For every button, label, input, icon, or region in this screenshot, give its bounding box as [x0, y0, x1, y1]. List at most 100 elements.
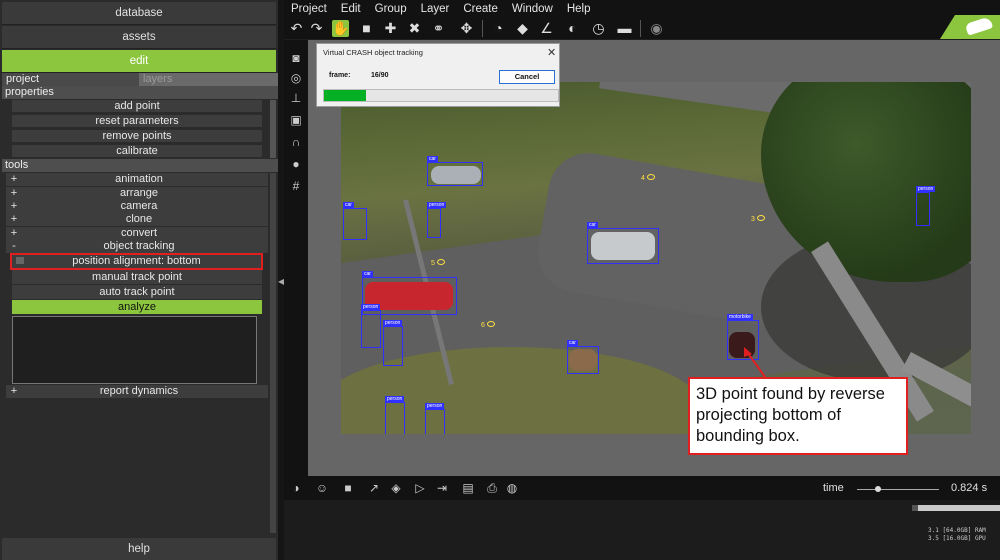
help-button[interactable]: help [2, 538, 276, 560]
toolbar-separator [640, 20, 641, 37]
tools-header[interactable]: tools [2, 159, 278, 172]
render-icon[interactable]: ▣ [288, 112, 304, 128]
detection-box[interactable]: person [427, 202, 447, 238]
calibrate-button[interactable]: calibrate [12, 145, 262, 158]
target-icon[interactable]: ◎ [288, 70, 304, 86]
menu-edit[interactable]: Edit [334, 0, 368, 18]
box-icon[interactable]: ■ [340, 480, 356, 496]
tab-project[interactable]: project [2, 73, 139, 86]
menu-project[interactable]: Project [284, 0, 334, 18]
time-slider-handle[interactable] [875, 486, 881, 492]
detection-box[interactable]: person [916, 186, 936, 226]
left-panel: database assets edit project layers prop… [0, 0, 278, 560]
graph-icon[interactable]: ↗ [366, 480, 382, 496]
menu-create[interactable]: Create [456, 0, 505, 18]
timeline-scroll-handle[interactable] [912, 505, 918, 511]
tool-report-dynamics[interactable]: + report dynamics [6, 385, 268, 398]
position-alignment-dropdown[interactable]: position alignment: bottom [10, 253, 263, 270]
edit-button[interactable]: edit [2, 50, 276, 73]
toolbar: ↶ ↷ ✋ ■ ✚ ✖ ⚭ ✥ ◔ ◆ ∠ ◐ ◷ ▬ ◉ [284, 18, 1000, 39]
add-point-button[interactable]: add point [12, 100, 262, 113]
detection-box[interactable]: person [385, 396, 405, 434]
menu-layer[interactable]: Layer [414, 0, 457, 18]
detection-box[interactable]: car [587, 222, 659, 264]
spheres-icon[interactable]: ● [288, 156, 304, 172]
grid-icon[interactable]: # [288, 178, 304, 194]
toolbar-separator [482, 20, 483, 37]
menu-help[interactable]: Help [560, 0, 598, 18]
properties-scrollbar[interactable] [270, 100, 276, 158]
detection-label: person [361, 304, 381, 310]
calibration-marker[interactable]: 4 [641, 174, 655, 182]
measure-icon[interactable]: ◆ [514, 20, 531, 37]
detection-label: person [383, 320, 403, 326]
detection-box[interactable]: motorbike [727, 314, 759, 360]
analyze-button[interactable]: analyze [12, 300, 262, 314]
dial-icon[interactable]: ◷ [590, 20, 607, 37]
calibration-marker[interactable]: 5 [431, 259, 445, 267]
undo-icon[interactable]: ↶ [288, 20, 305, 37]
angle-icon[interactable]: ∠ [538, 20, 555, 37]
help-circle-icon[interactable]: ◉ [648, 20, 665, 37]
tracking-output-box[interactable] [12, 316, 257, 384]
select-box-icon[interactable]: ■ [358, 20, 375, 37]
tool-label: report dynamics [99, 385, 179, 397]
axes-icon[interactable]: ⊥ [288, 90, 304, 106]
tool-object-tracking[interactable]: - object tracking [6, 240, 268, 253]
tool-camera[interactable]: + camera [6, 200, 268, 213]
protractor-icon[interactable]: ◐ [564, 20, 581, 37]
export-icon[interactable]: ⇥ [434, 480, 450, 496]
cancel-button[interactable]: Cancel [499, 70, 555, 84]
remove-points-button[interactable]: remove points [12, 130, 262, 143]
tools-scrollbar[interactable] [270, 173, 276, 533]
detection-box[interactable]: person [383, 320, 403, 366]
calibration-marker[interactable]: 3 [751, 215, 765, 223]
save-icon[interactable]: ▤ [460, 480, 476, 496]
person-icon[interactable]: ☺ [314, 480, 330, 496]
detection-box[interactable]: person [361, 304, 381, 348]
reset-parameters-button[interactable]: reset parameters [12, 115, 262, 128]
detection-box[interactable]: person [425, 403, 445, 434]
view-toolbar: ◙ ◎ ⊥ ▣ ∩ ● # [284, 40, 308, 476]
redo-icon[interactable]: ↷ [308, 20, 325, 37]
detection-box[interactable]: car [343, 202, 367, 240]
camera-view-icon[interactable]: ◈ [388, 480, 404, 496]
assets-button[interactable]: assets [2, 26, 276, 49]
timeline-scrollbar[interactable] [912, 505, 1000, 511]
gauge-icon[interactable]: ◔ [490, 20, 507, 37]
tool-arrange[interactable]: + arrange [6, 187, 268, 200]
close-icon[interactable]: ✕ [547, 46, 556, 59]
menu-window[interactable]: Window [505, 0, 560, 18]
magnet-icon[interactable]: ∩ [288, 134, 304, 150]
auto-track-point-button[interactable]: auto track point [12, 285, 262, 299]
camera-icon[interactable]: ◙ [288, 50, 304, 66]
properties-header[interactable]: properties [2, 86, 278, 99]
ruler-icon[interactable]: ▬ [616, 20, 633, 37]
time-slider[interactable] [857, 489, 939, 490]
tool-animation[interactable]: + animation [6, 173, 268, 186]
manual-track-point-button[interactable]: manual track point [12, 270, 262, 284]
detection-box[interactable]: car [567, 340, 599, 374]
tab-layers[interactable]: layers [139, 73, 278, 86]
tool-convert[interactable]: + convert [6, 227, 268, 240]
calibration-marker[interactable]: 6 [481, 321, 495, 329]
menu-group[interactable]: Group [368, 0, 414, 18]
expand-icon: + [10, 200, 18, 212]
tool-label: animation [115, 173, 163, 185]
tool-clone[interactable]: + clone [6, 213, 268, 226]
database-button[interactable]: database [2, 2, 276, 25]
detection-box[interactable]: car [427, 156, 483, 186]
detection-label: car [587, 222, 598, 228]
play-icon[interactable]: ▷ [412, 480, 428, 496]
link-icon[interactable]: ⚭ [430, 20, 447, 37]
move-icon[interactable]: ✥ [458, 20, 475, 37]
sphere-icon[interactable]: ◑ [288, 480, 304, 496]
progress-bar [323, 89, 559, 102]
pin-icon[interactable]: ✚ [382, 20, 399, 37]
menu-bar: Project Edit Group Layer Create Window H… [284, 0, 1000, 18]
options-icon[interactable]: ◍ [504, 480, 520, 496]
hand-tool-icon[interactable]: ✋ [332, 20, 349, 37]
print-icon[interactable]: ⎙ [484, 480, 500, 496]
timeline-panel[interactable] [284, 500, 1000, 560]
delete-icon[interactable]: ✖ [406, 20, 423, 37]
